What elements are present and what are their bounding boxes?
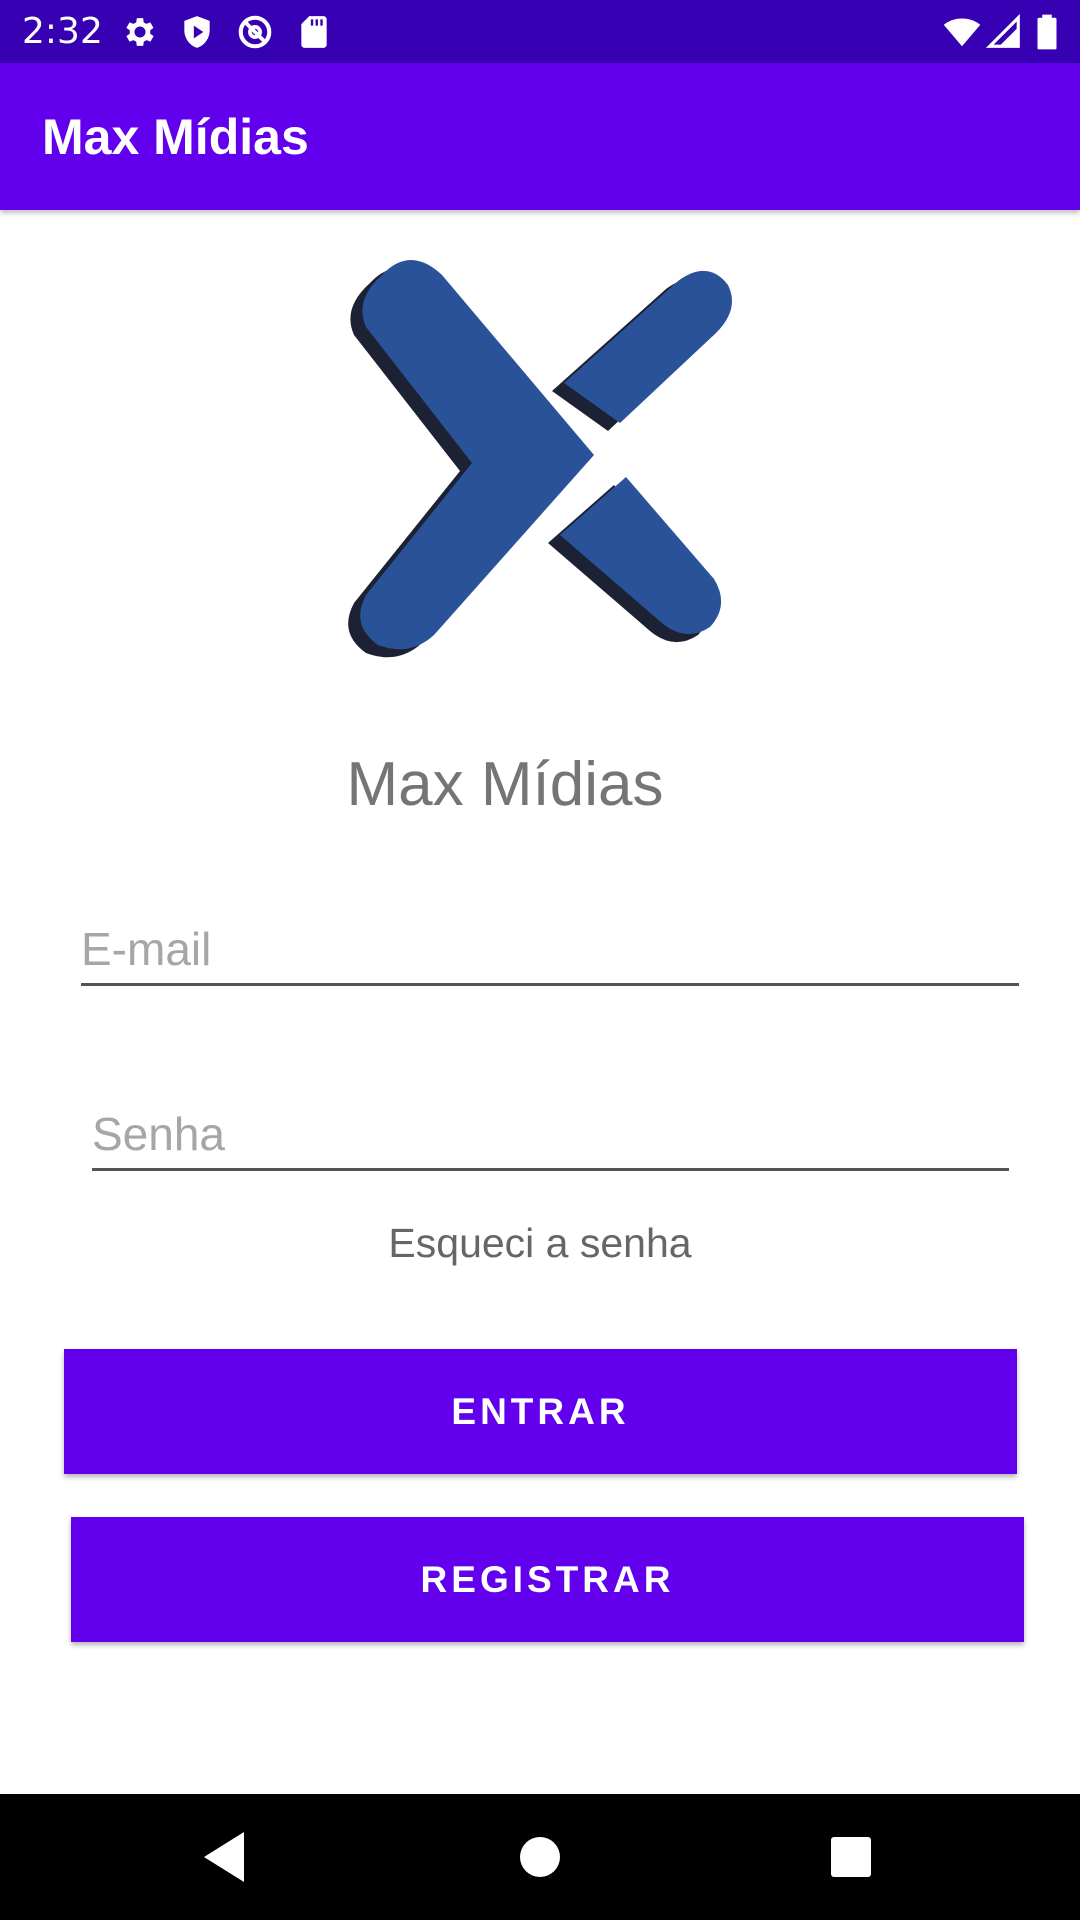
- sd-card-icon: [301, 16, 327, 48]
- app-title: Max Mídias: [42, 109, 309, 165]
- home-circle-icon[interactable]: [507, 1824, 573, 1890]
- app-bar: Max Mídias: [0, 63, 1080, 210]
- x-logo-icon: [348, 260, 732, 658]
- at-sign-icon: [238, 15, 272, 49]
- status-time: 2:32: [22, 11, 103, 52]
- shield-play-icon: [184, 16, 210, 48]
- status-bar: 2:32: [0, 0, 1080, 63]
- gear-icon: [126, 18, 154, 46]
- signal-icon: [985, 13, 1020, 48]
- forgot-password-link[interactable]: Esqueci a senha: [0, 1215, 1080, 1271]
- battery-icon: [1037, 14, 1057, 50]
- enter-button[interactable]: ENTRAR: [64, 1349, 1017, 1474]
- password-field[interactable]: [92, 1100, 1009, 1171]
- register-button[interactable]: REGISTRAR: [71, 1517, 1024, 1642]
- recents-square-icon[interactable]: [818, 1824, 884, 1890]
- wifi-icon: [943, 18, 981, 47]
- back-triangle-icon[interactable]: [192, 1824, 258, 1890]
- navigation-bar: [0, 1794, 1080, 1920]
- brand-name: Max Mídias: [346, 750, 664, 819]
- email-field[interactable]: [81, 915, 1019, 986]
